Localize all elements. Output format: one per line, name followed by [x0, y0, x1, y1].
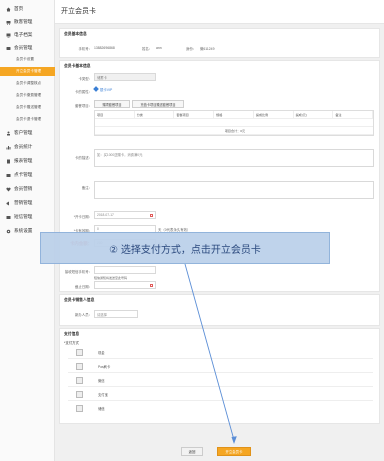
card-grade-label: 卡的属性：: [75, 90, 92, 94]
sidebar-sub-card-refund[interactable]: 会员卡退卡管理: [0, 115, 55, 124]
card-type-select[interactable]: 储蓄卡: [94, 73, 156, 81]
open-date-label: *开卡日期：: [73, 215, 92, 219]
sales-info-card: 会员卡销售人信息 新办人员： 请选择: [59, 294, 380, 326]
pay-checkbox[interactable]: [76, 349, 83, 356]
pay-checkbox[interactable]: [76, 391, 83, 398]
remark-textarea[interactable]: [94, 181, 374, 199]
back-button[interactable]: 返回: [181, 447, 203, 456]
name-label: 姓名：: [142, 47, 153, 51]
page-title: 开立会员卡: [61, 8, 96, 15]
sms-phone-note: 短信通知将发送至此号码: [94, 276, 128, 280]
open-date-input[interactable]: 2018-07-17: [94, 211, 156, 219]
mobile-label: 手机号：: [78, 47, 92, 51]
pay-option-pos[interactable]: Pos刷卡: [68, 360, 373, 373]
sidebar-item-points[interactable]: 点卡管理: [0, 170, 55, 180]
table-row: [95, 119, 373, 127]
table-header-cell: 分类: [135, 111, 175, 118]
chart-icon: [6, 145, 11, 150]
add-project-button[interactable]: 赠项套餐项目: [94, 100, 130, 108]
monitor-icon: [6, 33, 11, 38]
id-label: 身份：: [186, 47, 197, 51]
sidebar-item-members[interactable]: 会员管理: [0, 43, 55, 53]
sidebar-item-customers[interactable]: 客户管理: [0, 128, 55, 138]
megaphone-icon: [6, 201, 11, 206]
calendar-icon: [150, 214, 153, 217]
sidebar-item-sms[interactable]: 短信管理: [0, 212, 55, 222]
sidebar-sub-card-adjust[interactable]: 会员卡调整核点: [0, 79, 55, 88]
heart-icon: [6, 187, 11, 192]
sidebar-sub-card-payment[interactable]: 会员卡缴费管理: [0, 91, 55, 100]
sidebar-sub-open-card[interactable]: 开立会员卡管理: [0, 67, 55, 76]
id-value: 微611249: [200, 47, 215, 51]
sidebar-item-marketing[interactable]: 会员营销: [0, 184, 55, 194]
cart-icon: [6, 20, 11, 25]
diamond-icon: [93, 86, 99, 92]
add-gift-project-button[interactable]: 充值卡项目赠送套餐项目: [132, 100, 184, 108]
pay-option-stored[interactable]: 储值: [68, 402, 373, 415]
sidebar-item-home[interactable]: 首页: [0, 4, 55, 14]
pay-checkbox[interactable]: [76, 405, 83, 412]
calendar-icon: [150, 284, 153, 287]
table-header-cell: 规格: [214, 111, 254, 118]
callout-text: ② 选择支付方式，点击开立会员卡: [109, 244, 261, 256]
card-type-label: 卡类型：: [78, 77, 92, 81]
table-header-cell: 提成比例: [254, 111, 294, 118]
pay-method-label: *支付方式: [64, 341, 79, 345]
mobile-value: 13882696868: [94, 46, 115, 50]
project-table: 项目 分类 套餐项目 规格 提成比例 提成(元) 备注 项目合计：0元: [94, 110, 374, 136]
vip-icon: [6, 46, 11, 51]
table-header-cell: 套餐项目: [174, 111, 215, 118]
card-grade-value: 银卡VIP: [93, 86, 112, 92]
desc-textarea[interactable]: 如：买1000送赠卡，消费满0元: [94, 149, 374, 167]
sidebar-item-promotion[interactable]: 营销管理: [0, 198, 55, 208]
remark-label: 备注：: [81, 186, 92, 190]
open-card-button[interactable]: 开立会员卡: [217, 447, 251, 456]
sms-icon: [6, 215, 11, 220]
sidebar-item-walkin[interactable]: 散客管理: [0, 17, 55, 27]
table-footer-row: 项目合计：0元: [95, 127, 373, 135]
pay-option-alipay[interactable]: 支付宝: [68, 388, 373, 401]
instruction-callout: ② 选择支付方式，点击开立会员卡: [40, 232, 330, 264]
table-header-cell: 备注: [333, 111, 374, 118]
card-icon: [6, 173, 11, 178]
sms-phone-input[interactable]: [94, 266, 156, 274]
expire-input[interactable]: [94, 281, 156, 289]
project-label: 套餐项目：: [75, 104, 92, 108]
pay-option-cash[interactable]: 现金: [68, 346, 373, 359]
home-icon: [6, 7, 11, 12]
section-title-basic: 会员基本信息: [64, 32, 87, 36]
expire-label: 截止日期：: [75, 285, 92, 289]
section-title-pay: 支付信息: [64, 332, 80, 336]
sales-person-label: 新办人员：: [75, 313, 92, 317]
top-bar: 开立会员卡: [55, 0, 384, 24]
pay-checkbox[interactable]: [76, 377, 83, 384]
users-icon: [6, 131, 11, 136]
basic-info-card: 会员基本信息 手机号： 13882696868 姓名： ann 身份： 微611…: [59, 28, 380, 58]
desc-label: 卡的描述：: [75, 156, 92, 160]
sidebar-item-reports[interactable]: 报表管理: [0, 156, 55, 166]
report-icon: [6, 159, 11, 164]
table-header-cell: 项目: [95, 111, 135, 118]
sidebar-sub-card-settings[interactable]: 会员卡设置: [0, 55, 55, 64]
pay-option-wechat[interactable]: 微信: [68, 374, 373, 387]
table-header-row: 项目 分类 套餐项目 规格 提成比例 提成(元) 备注: [95, 111, 374, 119]
table-total: 项目合计：0元: [224, 129, 246, 133]
table-header-cell: 提成(元): [294, 111, 334, 118]
sms-phone-label: 接收短信手机号：: [64, 270, 92, 274]
sales-person-input[interactable]: 请选择: [94, 310, 138, 318]
gear-icon: [6, 229, 11, 234]
sidebar: 首页 散客管理 电子档案 会员管理 会员卡设置 开立会员卡管理 会员卡调整核点 …: [0, 0, 55, 461]
sidebar-item-records[interactable]: 电子档案: [0, 30, 55, 40]
sidebar-sub-card-gift[interactable]: 会员卡赠送管理: [0, 103, 55, 112]
section-title-card: 会员卡基本信息: [64, 64, 91, 68]
pay-checkbox[interactable]: [76, 363, 83, 370]
section-title-sales: 会员卡销售人信息: [64, 298, 95, 302]
name-value: ann: [156, 46, 162, 50]
sidebar-item-stats[interactable]: 会员统计: [0, 142, 55, 152]
payment-card: 支付信息 *支付方式 现金 Pos刷卡 微信 支付宝 储值: [59, 328, 380, 424]
